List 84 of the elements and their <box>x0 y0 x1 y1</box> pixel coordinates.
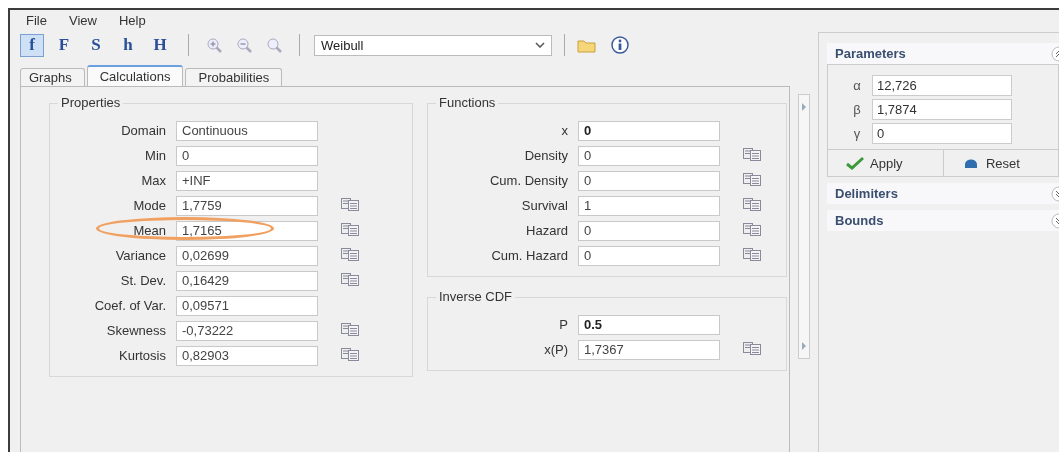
zoom-out-icon[interactable] <box>236 37 252 53</box>
parameter-symbol: β <box>852 101 862 117</box>
output-field[interactable]: -0,73222 <box>176 320 318 341</box>
menu-item[interactable]: View <box>68 12 97 28</box>
section-header[interactable]: Bounds <box>827 210 1059 231</box>
output-field[interactable]: 1,7367 <box>578 339 720 360</box>
output-field[interactable]: 0,82903 <box>176 345 318 366</box>
copy-icon[interactable] <box>742 341 762 355</box>
field-label: Mode <box>132 198 166 213</box>
function-button[interactable]: H <box>148 33 172 57</box>
info-icon[interactable] <box>611 36 629 54</box>
output-field[interactable]: +INF <box>176 170 318 191</box>
copy-icon[interactable] <box>340 247 360 261</box>
section-header[interactable]: Parameters <box>827 43 1059 64</box>
group-title: Inverse CDF <box>436 289 515 304</box>
folder-icon[interactable] <box>577 37 597 53</box>
output-field[interactable]: 0,16429 <box>176 270 318 291</box>
group-title: Properties <box>58 95 124 110</box>
field-label: Mean <box>132 223 166 238</box>
output-field[interactable]: Continuous <box>176 120 318 141</box>
copy-icon[interactable] <box>742 147 762 161</box>
field-label: Min <box>144 148 166 163</box>
arrow-icon <box>801 103 808 111</box>
output-field[interactable]: 1,7759 <box>176 195 318 216</box>
input-field[interactable]: 0 <box>872 122 1012 144</box>
output-field[interactable]: 0 <box>578 170 720 191</box>
menu-item[interactable]: Help <box>118 12 146 28</box>
output-field[interactable]: 0 <box>176 145 318 166</box>
input-field[interactable]: 0.5 <box>578 314 720 335</box>
copy-icon[interactable] <box>742 222 762 236</box>
output-field[interactable]: 0 <box>578 220 720 241</box>
field-label: Hazard <box>525 223 568 238</box>
input-field[interactable]: 12,726 <box>872 74 1012 96</box>
field-label: Survival <box>520 198 568 213</box>
field-label: Cum. Hazard <box>490 248 568 263</box>
input-field[interactable]: 0 <box>578 120 720 141</box>
parameter-symbol: α <box>852 77 862 93</box>
copy-icon[interactable] <box>742 247 762 261</box>
copy-icon[interactable] <box>742 172 762 186</box>
chevron-down-icon <box>535 42 545 48</box>
field-label: Variance <box>114 248 166 263</box>
check-icon <box>846 156 864 170</box>
parameter-symbol: γ <box>852 125 862 141</box>
section-header[interactable]: Delimiters <box>827 183 1059 204</box>
tab[interactable]: Calculations <box>86 65 184 86</box>
field-label: Skewness <box>105 323 166 338</box>
field-label: x(P) <box>543 342 568 357</box>
field-label: Coef. of Var. <box>93 298 166 313</box>
output-field[interactable]: 0 <box>578 245 720 266</box>
section-title: Delimiters <box>835 186 898 201</box>
output-field[interactable]: 0 <box>578 145 720 166</box>
arrow-icon <box>801 342 808 350</box>
copy-icon[interactable] <box>340 322 360 336</box>
tab[interactable]: Probabilities <box>185 68 283 86</box>
copy-icon[interactable] <box>340 347 360 361</box>
copy-icon[interactable] <box>340 197 360 211</box>
zoom-icon[interactable] <box>266 37 282 53</box>
field-label: Max <box>140 173 166 188</box>
function-button[interactable]: f <box>20 33 44 57</box>
field-label: x <box>560 123 568 138</box>
group-title: Functions <box>436 95 499 110</box>
input-field[interactable]: 1,7874 <box>872 98 1012 120</box>
function-button[interactable]: h <box>116 33 140 57</box>
field-label: Kurtosis <box>118 348 166 363</box>
field-label: P <box>558 317 568 332</box>
field-label: St. Dev. <box>119 273 166 288</box>
output-field[interactable]: 1,7165 <box>176 220 318 241</box>
function-button[interactable]: F <box>52 33 76 57</box>
field-label: Density <box>523 148 568 163</box>
section-title: Parameters <box>835 46 906 61</box>
function-button[interactable]: S <box>84 33 108 57</box>
zoom-in-icon[interactable] <box>206 37 222 53</box>
menu-item[interactable]: File <box>26 12 47 28</box>
output-field[interactable]: 0,09571 <box>176 295 318 316</box>
field-label: Cum. Density <box>488 173 568 188</box>
distribution-dropdown[interactable]: Weibull <box>314 34 552 56</box>
output-field[interactable]: 1 <box>578 195 720 216</box>
tab[interactable]: Graphs <box>20 68 85 86</box>
copy-icon[interactable] <box>340 222 360 236</box>
output-field[interactable]: 0,02699 <box>176 245 318 266</box>
copy-icon[interactable] <box>340 272 360 286</box>
section-title: Bounds <box>835 213 884 228</box>
copy-icon[interactable] <box>742 197 762 211</box>
field-label: Domain <box>120 123 166 138</box>
